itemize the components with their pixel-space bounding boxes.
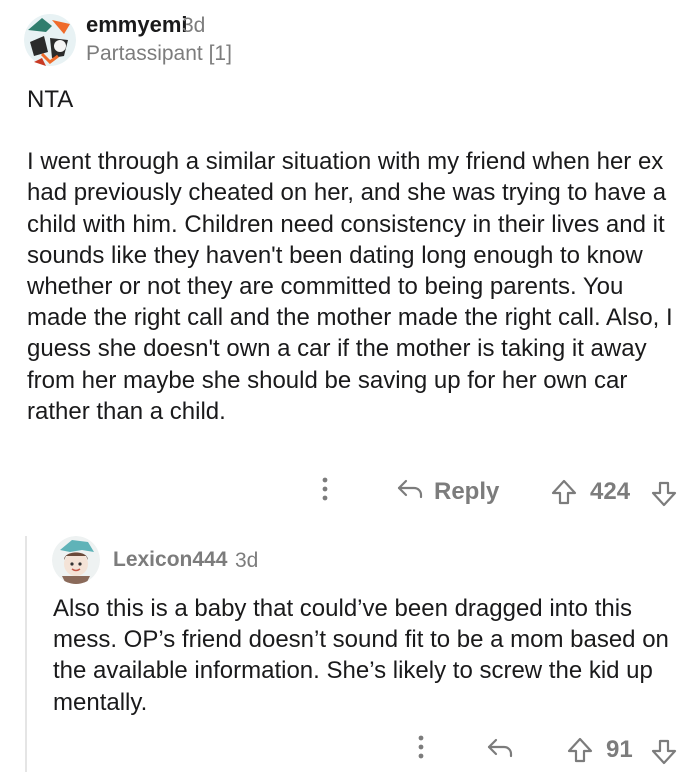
thread-line[interactable] bbox=[25, 536, 27, 772]
reply-arrow-icon bbox=[396, 477, 424, 508]
reply-label: Reply bbox=[434, 478, 500, 505]
more-vertical-icon[interactable] bbox=[318, 472, 332, 515]
avatar[interactable] bbox=[24, 12, 76, 68]
vote-score: 424 bbox=[590, 478, 631, 505]
avatar-image bbox=[24, 14, 76, 66]
user-flair: Partassipant [1] bbox=[86, 42, 232, 65]
reply-button[interactable]: Reply bbox=[396, 474, 499, 510]
arrow-up-icon[interactable] bbox=[550, 478, 578, 506]
username[interactable]: Lexicon444 bbox=[113, 548, 227, 572]
arrow-down-icon[interactable] bbox=[650, 738, 678, 766]
vote-score: 91 bbox=[606, 736, 633, 763]
username[interactable]: emmyemi bbox=[86, 12, 188, 38]
comment-paragraph: NTA bbox=[27, 86, 74, 113]
comment-paragraph: I went through a similar situation with … bbox=[27, 148, 673, 425]
reply-button[interactable] bbox=[486, 736, 514, 765]
arrow-down-icon[interactable] bbox=[650, 480, 678, 508]
comment-body: NTA I went through a similar situation w… bbox=[27, 84, 687, 427]
comment-actions: Reply 424 bbox=[0, 474, 700, 510]
avatar-image bbox=[52, 536, 100, 584]
arrow-up-icon[interactable] bbox=[566, 736, 594, 764]
comment-age: 3d bbox=[235, 549, 259, 572]
comment-body: Also this is a baby that could’ve been d… bbox=[53, 595, 669, 716]
comment-thread: emmyemi 3d Partassipant [1] NTA I went t… bbox=[0, 0, 700, 774]
comment-age: 3d bbox=[182, 14, 206, 37]
reply-arrow-icon bbox=[486, 738, 514, 764]
more-vertical-icon[interactable] bbox=[414, 730, 428, 773]
avatar[interactable] bbox=[52, 536, 100, 584]
